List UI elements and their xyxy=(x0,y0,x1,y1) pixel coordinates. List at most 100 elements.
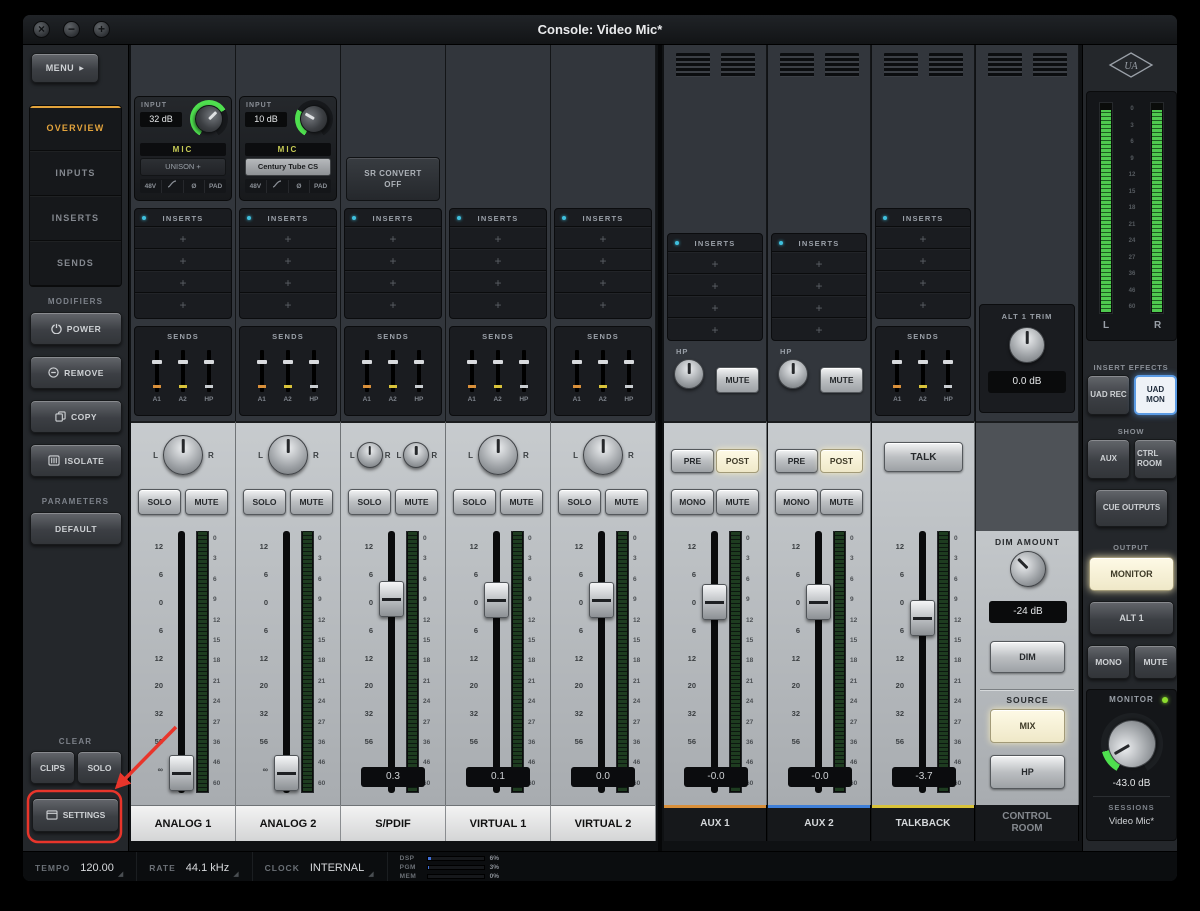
send-fader-track[interactable] xyxy=(177,350,188,392)
send-fader-track[interactable] xyxy=(361,350,372,392)
insert-slot[interactable]: + xyxy=(345,249,441,271)
default-button[interactable]: DEFAULT xyxy=(30,512,122,545)
insert-slot[interactable]: + xyxy=(450,271,546,293)
fader-handle[interactable] xyxy=(169,755,194,791)
solo-button[interactable]: SOLO xyxy=(453,489,496,515)
output-mono-button[interactable]: MONO xyxy=(1087,645,1130,679)
session-name[interactable]: Video Mic* xyxy=(1087,816,1176,827)
mono-button[interactable]: MONO xyxy=(775,489,818,515)
output-mute-button[interactable]: MUTE xyxy=(1134,645,1177,679)
unison-insert-slot[interactable]: Century Tube CS xyxy=(245,158,331,176)
send-fader-a1[interactable]: A1 xyxy=(892,350,903,403)
unison-insert-slot[interactable]: UNISON + xyxy=(140,158,226,176)
uad-rec-button[interactable]: UAD REC xyxy=(1087,375,1130,415)
input-gain-knob[interactable] xyxy=(294,99,334,139)
output-alt1-button[interactable]: ALT 1 xyxy=(1089,601,1174,635)
input-source-selector[interactable]: MIC xyxy=(140,143,226,156)
send-fader-a2[interactable]: A2 xyxy=(177,350,188,403)
fader-track[interactable] xyxy=(178,531,185,793)
copy-button[interactable]: COPY xyxy=(30,400,122,433)
hp-mute-button[interactable]: MUTE xyxy=(716,367,759,393)
insert-slot[interactable]: + xyxy=(240,249,336,271)
cue-outputs-button[interactable]: CUE OUTPUTS xyxy=(1095,489,1168,527)
send-fader-track[interactable] xyxy=(282,350,293,392)
send-fader-track[interactable] xyxy=(917,350,928,392)
insert-slot[interactable]: + xyxy=(345,271,441,293)
send-fader-track[interactable] xyxy=(492,350,503,392)
channel-label[interactable]: VIRTUAL 2 xyxy=(551,805,656,841)
fader-track[interactable] xyxy=(493,531,500,793)
send-fader-track[interactable] xyxy=(466,350,477,392)
clock-value[interactable]: INTERNAL xyxy=(310,862,364,874)
insert-slot[interactable]: + xyxy=(876,271,970,293)
settings-button[interactable]: SETTINGS xyxy=(32,798,119,832)
lowcut-filter-button[interactable] xyxy=(160,179,183,193)
mute-button[interactable]: MUTE xyxy=(185,489,228,515)
fader-handle[interactable] xyxy=(910,600,935,636)
insert-slot[interactable]: + xyxy=(450,227,546,249)
insert-slot[interactable]: + xyxy=(876,249,970,271)
solo-button[interactable]: SOLO xyxy=(348,489,391,515)
send-fader-track[interactable] xyxy=(943,350,954,392)
send-fader-hp[interactable]: HP xyxy=(308,350,319,403)
insert-slot[interactable]: + xyxy=(135,271,231,293)
insert-slot[interactable]: + xyxy=(668,274,762,296)
send-fader-a1[interactable]: A1 xyxy=(151,350,162,403)
fader-track[interactable] xyxy=(283,531,290,793)
insert-slot[interactable]: + xyxy=(240,227,336,249)
show-ctrl-room-button[interactable]: CTRL ROOM xyxy=(1134,439,1177,479)
aux-label[interactable]: AUX 1 xyxy=(664,805,767,841)
phantom-48v-button[interactable]: 48V xyxy=(245,180,266,193)
sidebar-item-inserts[interactable]: INSERTS xyxy=(30,196,121,241)
show-aux-button[interactable]: AUX xyxy=(1087,439,1130,479)
sidebar-item-inputs[interactable]: INPUTS xyxy=(30,151,121,196)
source-mix-button[interactable]: MIX xyxy=(990,709,1065,743)
insert-slot[interactable]: + xyxy=(772,318,866,340)
send-fader-track[interactable] xyxy=(256,350,267,392)
send-fader-a1[interactable]: A1 xyxy=(466,350,477,403)
insert-slot[interactable]: + xyxy=(555,249,651,271)
insert-slot[interactable]: + xyxy=(240,271,336,293)
insert-slot[interactable]: + xyxy=(135,249,231,271)
mute-button[interactable]: MUTE xyxy=(290,489,333,515)
rate-value[interactable]: 44.1 kHz xyxy=(186,862,229,874)
send-fader-track[interactable] xyxy=(151,350,162,392)
sr-convert-button[interactable]: SR CONVERT OFF xyxy=(346,157,440,201)
tempo-value[interactable]: 120.00 xyxy=(80,862,114,874)
insert-slot[interactable]: + xyxy=(555,271,651,293)
channel-label[interactable]: S/PDIF xyxy=(341,805,446,841)
phase-button[interactable]: Ø xyxy=(182,179,205,193)
send-fader-track[interactable] xyxy=(203,350,214,392)
insert-slot[interactable]: + xyxy=(772,274,866,296)
fader-handle[interactable] xyxy=(274,755,299,791)
send-fader-a2[interactable]: A2 xyxy=(387,350,398,403)
insert-slot[interactable]: + xyxy=(555,227,651,249)
close-button[interactable]: × xyxy=(33,21,50,38)
solo-button[interactable]: SOLO xyxy=(243,489,286,515)
fader-handle[interactable] xyxy=(484,582,509,618)
send-fader-a1[interactable]: A1 xyxy=(361,350,372,403)
post-button[interactable]: POST xyxy=(820,449,863,473)
send-fader-hp[interactable]: HP xyxy=(943,350,954,403)
send-fader-track[interactable] xyxy=(518,350,529,392)
send-fader-a1[interactable]: A1 xyxy=(256,350,267,403)
send-fader-hp[interactable]: HP xyxy=(413,350,424,403)
pan-knob[interactable] xyxy=(583,435,624,475)
insert-slot[interactable]: + xyxy=(668,318,762,340)
fader-track[interactable] xyxy=(598,531,605,793)
post-button[interactable]: POST xyxy=(716,449,759,473)
insert-slot[interactable]: + xyxy=(668,252,762,274)
send-fader-a2[interactable]: A2 xyxy=(917,350,928,403)
send-fader-a2[interactable]: A2 xyxy=(597,350,608,403)
zoom-button[interactable]: + xyxy=(93,21,110,38)
fader-track[interactable] xyxy=(815,531,822,793)
monitor-level-knob[interactable] xyxy=(1098,711,1165,777)
mute-button[interactable]: MUTE xyxy=(716,489,759,515)
clear-solo-button[interactable]: SOLO xyxy=(77,751,122,784)
channel-label[interactable]: ANALOG 1 xyxy=(131,805,236,841)
insert-slot[interactable]: + xyxy=(450,293,546,315)
solo-button[interactable]: SOLO xyxy=(138,489,181,515)
send-fader-track[interactable] xyxy=(623,350,634,392)
channel-label[interactable]: VIRTUAL 1 xyxy=(446,805,551,841)
channel-label[interactable]: ANALOG 2 xyxy=(236,805,341,841)
